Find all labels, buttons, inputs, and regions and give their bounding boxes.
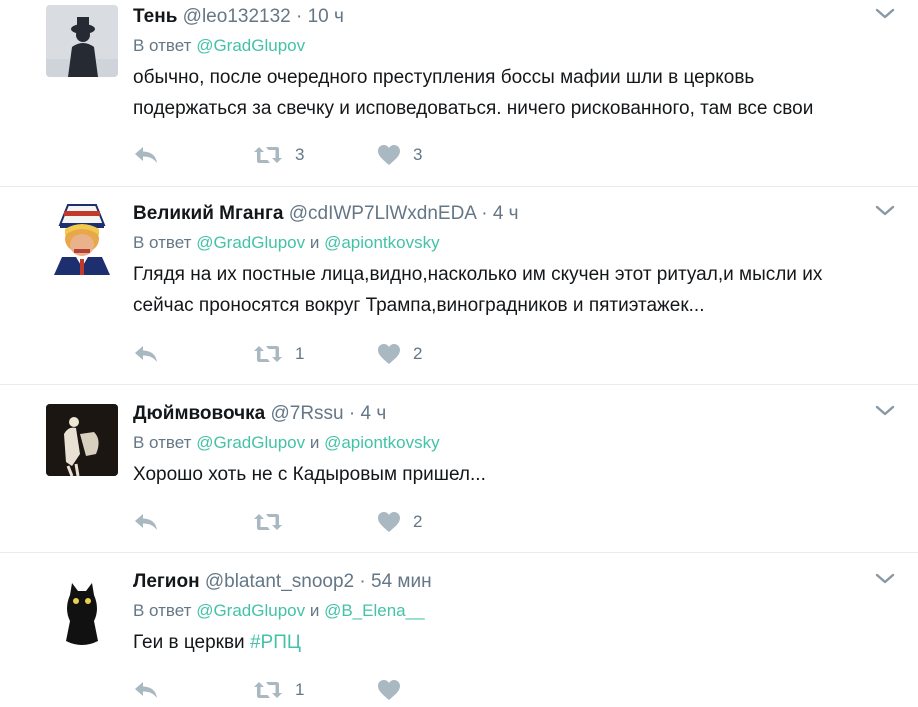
- like-button[interactable]: 2: [377, 509, 422, 535]
- reply-button[interactable]: [133, 142, 159, 168]
- avatar-silhouette-image: [46, 5, 118, 77]
- reply-conjunction: и: [309, 601, 320, 620]
- like-count: 2: [413, 512, 423, 531]
- like-button[interactable]: [377, 677, 401, 703]
- avatar-cartoon-image: [46, 203, 118, 275]
- reply-button[interactable]: [133, 341, 159, 367]
- reply-context: В ответ @GradGlupov и @apiontkovsky: [133, 231, 878, 255]
- reply-prefix: В ответ: [133, 233, 192, 252]
- tweet-header: Тень @leo132132 · 10 ч: [133, 4, 878, 30]
- retweet-count: 3: [295, 145, 305, 164]
- tweet-text-line: обычно, после очередного преступления бо…: [133, 67, 755, 88]
- chevron-down-icon[interactable]: [874, 6, 896, 22]
- tweet-header: Легион @blatant_snoop2 · 54 мин: [133, 569, 878, 595]
- retweet-count: 1: [295, 680, 305, 699]
- reply-conjunction: и: [309, 233, 320, 252]
- tweet-text-line: подержаться за свечку и исповедоваться. …: [133, 98, 814, 119]
- reply-button[interactable]: [133, 509, 159, 535]
- avatar[interactable]: [46, 575, 118, 647]
- like-icon: [377, 511, 401, 533]
- retweet-button[interactable]: 3: [253, 142, 304, 168]
- retweet-icon: [253, 344, 283, 364]
- avatar[interactable]: [46, 203, 118, 275]
- user-name[interactable]: Тень: [133, 6, 177, 27]
- tweet-text-line: сейчас проносятся вокруг Трампа,виноград…: [133, 295, 705, 316]
- mention-link[interactable]: @apiontkovsky: [324, 233, 440, 252]
- timestamp[interactable]: 54 мин: [371, 571, 432, 592]
- reply-context: В ответ @GradGlupov: [133, 34, 878, 58]
- tweet-text: Геи в церкви #РПЦ: [133, 627, 878, 658]
- reply-context: В ответ @GradGlupov и @apiontkovsky: [133, 431, 878, 455]
- like-icon: [377, 144, 401, 166]
- tweet-text: Глядя на их постные лица,видно,насколько…: [133, 259, 878, 321]
- chevron-down-icon[interactable]: [874, 203, 896, 219]
- tweet[interactable]: Легион @blatant_snoop2 · 54 мин В ответ …: [0, 553, 918, 707]
- reply-icon: [133, 512, 159, 532]
- chevron-down-icon[interactable]: [874, 571, 896, 587]
- tweet[interactable]: Дюймвовочка @7Rssu · 4 ч В ответ @GradGl…: [0, 385, 918, 553]
- reply-button[interactable]: [133, 677, 159, 703]
- tweet-text: обычно, после очередного преступления бо…: [133, 62, 878, 124]
- chevron-down-icon[interactable]: [874, 403, 896, 419]
- mention-link[interactable]: @GradGlupov: [196, 433, 305, 452]
- retweet-icon: [253, 680, 283, 700]
- retweet-button[interactable]: 1: [253, 341, 304, 367]
- user-handle[interactable]: @cdIWP7LlWxdnEDA: [289, 203, 476, 224]
- tweet-header: Дюймвовочка @7Rssu · 4 ч: [133, 401, 878, 427]
- tweet-text-line: Хорошо хоть не с Кадыровым пришел...: [133, 464, 486, 485]
- hashtag-link[interactable]: #РПЦ: [250, 632, 301, 653]
- avatar[interactable]: [46, 404, 118, 476]
- separator-dot: ·: [359, 571, 366, 592]
- reply-prefix: В ответ: [133, 601, 192, 620]
- reply-icon: [133, 145, 159, 165]
- reply-prefix: В ответ: [133, 36, 192, 55]
- separator-dot: ·: [348, 403, 356, 424]
- mention-link[interactable]: @GradGlupov: [196, 233, 305, 252]
- tweet-text: Хорошо хоть не с Кадыровым пришел...: [133, 459, 878, 490]
- reply-icon: [133, 344, 159, 364]
- retweet-button[interactable]: 1: [253, 677, 304, 703]
- user-name[interactable]: Дюймвовочка: [133, 403, 265, 424]
- tweet-text-line: Глядя на их постные лица,видно,насколько…: [133, 264, 823, 285]
- avatar-stage-image: [46, 404, 118, 476]
- like-icon: [377, 679, 401, 701]
- retweet-count: 1: [295, 344, 305, 363]
- reply-prefix: В ответ: [133, 433, 192, 452]
- avatar-cat-image: [46, 575, 118, 647]
- separator-dot: ·: [296, 6, 303, 27]
- mention-link[interactable]: @B_Elena__: [324, 601, 424, 620]
- reply-context: В ответ @GradGlupov и @B_Elena__: [133, 599, 878, 623]
- timestamp[interactable]: 10 ч: [308, 6, 344, 27]
- like-count: 2: [413, 344, 423, 363]
- user-name[interactable]: Великий Мганга: [133, 203, 283, 224]
- tweet[interactable]: Великий Мганга @cdIWP7LlWxdnEDA · 4 ч В …: [0, 187, 918, 385]
- like-button[interactable]: 3: [377, 142, 422, 168]
- user-handle[interactable]: @leo132132: [183, 6, 291, 27]
- separator-dot: ·: [481, 203, 488, 224]
- tweet-header: Великий Мганга @cdIWP7LlWxdnEDA · 4 ч: [133, 201, 878, 227]
- mention-link[interactable]: @apiontkovsky: [324, 433, 440, 452]
- like-count: 3: [413, 145, 423, 164]
- timestamp[interactable]: 4 ч: [361, 403, 387, 424]
- mention-link[interactable]: @GradGlupov: [196, 36, 305, 55]
- mention-link[interactable]: @GradGlupov: [196, 601, 305, 620]
- like-icon: [377, 343, 401, 365]
- reply-icon: [133, 680, 159, 700]
- user-handle[interactable]: @blatant_snoop2: [205, 571, 354, 592]
- retweet-button[interactable]: [253, 509, 283, 535]
- retweet-icon: [253, 145, 283, 165]
- avatar[interactable]: [46, 5, 118, 77]
- reply-conjunction: и: [309, 433, 320, 452]
- tweet-text-line: Геи в церкви: [133, 632, 245, 653]
- tweet[interactable]: Тень @leo132132 · 10 ч В ответ @GradGlup…: [0, 0, 918, 187]
- user-name[interactable]: Легион: [133, 571, 200, 592]
- timestamp[interactable]: 4 ч: [493, 203, 519, 224]
- like-button[interactable]: 2: [377, 341, 422, 367]
- retweet-icon: [253, 512, 283, 532]
- user-handle[interactable]: @7Rssu: [270, 403, 343, 424]
